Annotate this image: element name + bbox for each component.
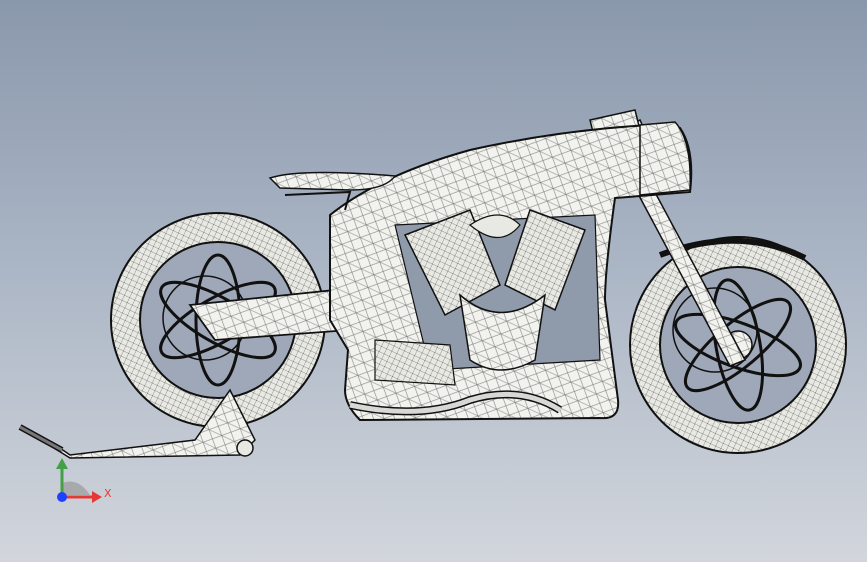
x-axis-label: X xyxy=(104,487,112,500)
z-axis-dot xyxy=(57,492,67,502)
y-axis-arrowhead xyxy=(56,458,68,469)
x-axis-arrowhead xyxy=(92,491,102,503)
orientation-triad: X xyxy=(56,458,112,503)
motorcycle-wireframe-model[interactable] xyxy=(0,0,867,562)
triad-plane-indicator xyxy=(62,481,90,495)
front-cowl xyxy=(639,121,691,196)
graphics-viewport[interactable]: X xyxy=(0,0,867,562)
front-wheel xyxy=(629,236,847,454)
